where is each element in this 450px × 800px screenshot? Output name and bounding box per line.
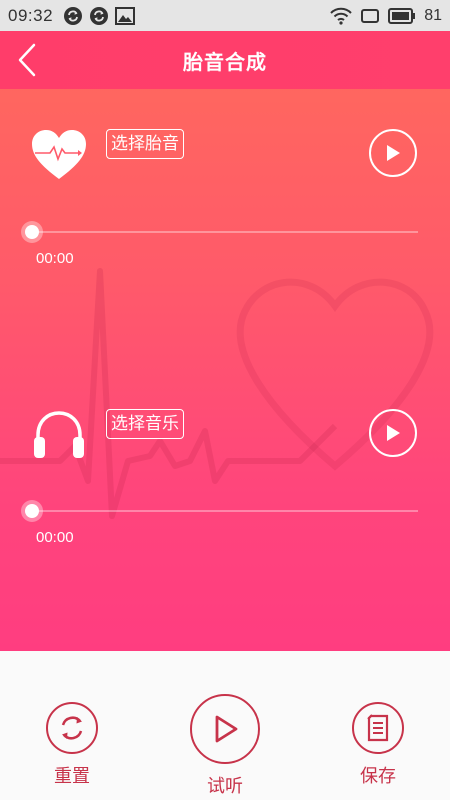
fetal-sound-progress-track[interactable] (36, 231, 418, 233)
music-time: 00:00 (36, 529, 74, 546)
preview-button[interactable]: 试听 (190, 694, 260, 798)
play-outline-icon (215, 715, 238, 743)
play-icon (387, 145, 400, 161)
refresh-icon (61, 716, 83, 740)
back-button[interactable] (14, 42, 44, 78)
save-label: 保存 (360, 766, 396, 787)
preview-button-circle (190, 694, 260, 764)
headphones-icon (34, 411, 84, 458)
save-button-circle (352, 702, 404, 754)
screen-icon (361, 8, 380, 23)
heart-pulse-icon (32, 130, 86, 179)
play-fetal-sound-button[interactable] (369, 129, 417, 177)
app-bar: 胎音合成 (0, 31, 450, 89)
fetal-sound-time: 00:00 (36, 250, 74, 267)
music-progress-track[interactable] (36, 510, 418, 512)
battery-icon (388, 7, 416, 24)
reset-label: 重置 (54, 766, 90, 787)
document-icon (367, 714, 389, 742)
select-music-button[interactable]: 选择音乐 (106, 409, 184, 439)
save-button[interactable]: 保存 (352, 702, 404, 788)
sync-icon (64, 6, 83, 25)
sync-icon (90, 6, 109, 25)
status-time: 09:32 (8, 5, 54, 25)
reset-button[interactable]: 重置 (46, 702, 98, 788)
play-icon (387, 425, 400, 441)
bottom-action-bar: 重置 试听 保存 (0, 651, 450, 800)
reset-button-circle (46, 702, 98, 754)
status-bar: 09:32 81 (0, 0, 450, 31)
wifi-icon (330, 7, 352, 25)
play-music-button[interactable] (369, 409, 417, 457)
main-content: 胎音合成 选择胎音 00:00 选择音乐 00:00 (0, 31, 450, 651)
battery-level: 81 (424, 6, 442, 24)
chevron-left-icon (18, 43, 36, 77)
image-icon (115, 6, 136, 25)
notification-icons (63, 6, 136, 26)
select-fetal-sound-button[interactable]: 选择胎音 (106, 129, 184, 159)
preview-label: 试听 (207, 776, 243, 797)
page-title: 胎音合成 (183, 49, 267, 74)
status-right: 81 (330, 7, 442, 25)
music-progress-knob[interactable] (25, 504, 39, 518)
fetal-sound-progress-knob[interactable] (25, 225, 39, 239)
